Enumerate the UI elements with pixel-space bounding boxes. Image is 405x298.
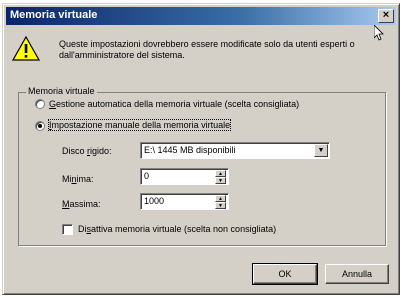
- minimum-value: 0: [144, 171, 150, 181]
- manual-setting-label[interactable]: Impostazione manuale della memoria virtu…: [47, 119, 232, 131]
- cancel-button[interactable]: Annulla: [325, 264, 389, 284]
- mouse-pointer-icon: [374, 25, 384, 41]
- radio-selected-dot: [38, 124, 42, 128]
- auto-management-label[interactable]: Gestione automatica della memoria virtua…: [49, 99, 299, 109]
- auto-mnemonic: G: [49, 99, 57, 109]
- auto-label-text: estione automatica della memoria virtual…: [56, 99, 300, 109]
- manual-label-text: mpostazione manuale della memoria virtua…: [51, 120, 231, 130]
- disk-label-pre: Disco: [62, 146, 88, 156]
- title-bar[interactable]: Memoria virtuale ×: [6, 7, 396, 25]
- min-label-pre: Mi: [62, 174, 72, 184]
- maximum-spin-up[interactable]: ▲: [215, 195, 226, 202]
- disable-label-post: attiva memoria virtuale (scelta non cons…: [91, 224, 277, 234]
- group-legend: Memoria virtuale: [26, 86, 97, 96]
- disable-virtual-memory-label[interactable]: Disattiva memoria virtuale (scelta non c…: [78, 224, 276, 234]
- maximum-label: Massima:: [62, 199, 101, 209]
- disable-virtual-memory-checkbox[interactable]: [62, 224, 73, 235]
- minimum-spin-down[interactable]: ▼: [215, 177, 226, 184]
- maximum-spin-down[interactable]: ▼: [215, 202, 226, 209]
- warning-message: Queste impostazioni dovrebbero essere mo…: [59, 39, 355, 60]
- maximum-value: 1000: [144, 196, 165, 206]
- ok-button[interactable]: OK: [252, 263, 318, 285]
- manual-setting-radio[interactable]: [35, 121, 45, 131]
- disk-label-post: igido:: [90, 146, 112, 156]
- auto-management-radio[interactable]: [35, 99, 45, 109]
- disk-select[interactable]: E:\ 1445 MB disponibili: [140, 142, 330, 159]
- disk-label: Disco rigido:: [62, 146, 112, 156]
- min-label-post: ima:: [76, 174, 94, 184]
- minimum-label: Minima:: [62, 174, 94, 184]
- disk-select-value: E:\ 1445 MB disponibili: [144, 145, 236, 155]
- max-label-post: assima:: [69, 199, 101, 209]
- warning-icon: [12, 36, 40, 61]
- close-button[interactable]: ×: [378, 9, 394, 23]
- window-title: Memoria virtuale: [10, 9, 98, 21]
- chevron-down-icon[interactable]: ▼: [314, 144, 328, 157]
- disable-label-pre: Di: [78, 224, 87, 234]
- minimum-spin-up[interactable]: ▲: [215, 170, 226, 177]
- max-label-mnemonic: M: [62, 199, 70, 209]
